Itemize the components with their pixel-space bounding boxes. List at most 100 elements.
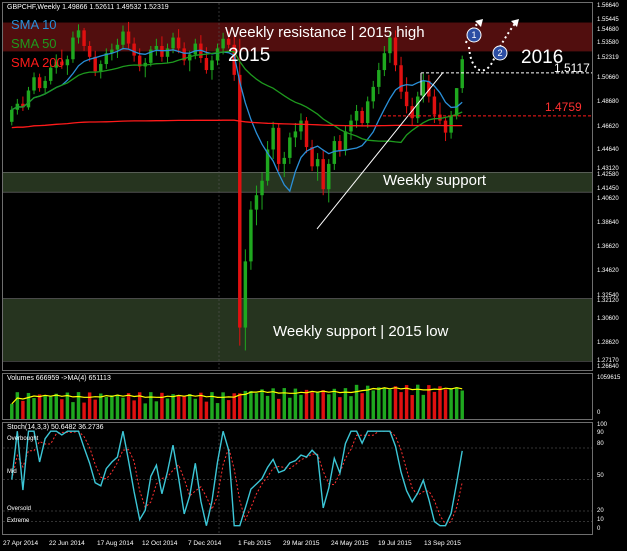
scenario-marker-2-label: 2 [497, 48, 502, 58]
scenario-marker-1-label: 1 [471, 30, 476, 40]
sma200-line [11, 119, 463, 129]
candle-body [71, 37, 75, 60]
mid-label: Mid [7, 469, 17, 475]
volume-bar [393, 386, 398, 419]
candle-body [249, 209, 253, 262]
time-axis[interactable]: 27 Apr 2014 22 Jun 2014 17 Aug 2014 12 Oct … [0, 537, 627, 551]
volume-bar [349, 396, 353, 419]
price-tick-label: 1.54680 [597, 26, 619, 33]
candle-body [460, 59, 464, 89]
candle-body [37, 77, 42, 89]
stochastic-canvas[interactable] [3, 423, 593, 535]
volume-bar [165, 398, 170, 419]
volume-bar [65, 392, 70, 419]
candle-body [76, 30, 81, 38]
candle-body [154, 45, 159, 50]
volume-bar [360, 393, 364, 419]
volume-bar [404, 385, 409, 419]
candle-body [282, 157, 286, 164]
candle-body [421, 80, 426, 97]
price-tick-label: 1.52319 [597, 54, 619, 61]
volume-bar [410, 395, 414, 419]
volume-bar [104, 396, 109, 419]
price-tick-label: 1.50660 [597, 74, 619, 81]
price-tick-label: 1.32120 [597, 298, 619, 305]
candle-body [310, 147, 314, 167]
volume-bar [176, 395, 181, 419]
candle-body [293, 131, 298, 138]
price-tick-label: 1.36620 [597, 243, 619, 250]
time-tick-label: 12 Oct 2014 [142, 540, 178, 547]
chart-header: GBPCHF,Weekly 1.49866 1.52611 1.49532 1.… [7, 4, 169, 11]
candle-body [371, 86, 375, 102]
volume-bar [260, 389, 264, 419]
candle-body [443, 120, 448, 133]
volume-bar [60, 399, 64, 419]
candle-body [338, 141, 342, 151]
price-tick-label: 1.43120 [597, 165, 619, 172]
volume-bar [132, 400, 136, 419]
volume-bar [143, 403, 147, 419]
price-tick-label: 1.41450 [597, 185, 619, 192]
volume-bar [310, 392, 314, 419]
time-tick-label: 17 Aug 2014 [97, 540, 134, 547]
candle-body [215, 48, 220, 61]
candle-body [43, 80, 47, 89]
time-tick-label: 22 Jun 2014 [49, 540, 85, 547]
price-tick-label: 1.48680 [597, 98, 619, 105]
volume-bar [288, 397, 292, 419]
stochastic-pane[interactable]: Stoch(14,3,3) 50.6482 36.2736 Overbought… [2, 422, 593, 535]
candle-body [327, 163, 331, 190]
level-15117-label: 1.5117 [554, 61, 590, 75]
volume-bar [182, 396, 186, 419]
candle-body [243, 261, 248, 328]
volume-bar [221, 392, 225, 419]
candle-body [171, 37, 175, 49]
price-tick-label: 1.42580 [597, 172, 619, 179]
volume-pane[interactable]: Volumes 666959 ->MA(4) 651113 [2, 373, 593, 420]
price-tick-label: 1.28620 [597, 340, 619, 347]
volume-bar [299, 394, 303, 419]
time-tick-label: 24 May 2015 [331, 540, 369, 547]
volume-bar [249, 391, 253, 419]
volume-bar [21, 400, 25, 419]
volume-bar [171, 394, 175, 419]
price-chart-canvas[interactable]: 12 [3, 3, 593, 371]
volume-bar [48, 396, 53, 419]
candle-body [416, 96, 420, 119]
price-chart-pane[interactable]: 12 GBPCHF,Weekly 1.49866 1.52611 1.49532… [2, 2, 593, 371]
volume-bar [265, 395, 270, 419]
price-tick-label: 1.53580 [597, 39, 619, 46]
volume-axis-max: 1059615 [597, 375, 621, 381]
stoch-axis-20: 20 [597, 508, 604, 514]
volume-bar [199, 392, 203, 419]
volume-bar [32, 398, 36, 419]
support-label-2: Weekly support | 2015 low [273, 323, 449, 340]
volume-bar [254, 393, 259, 419]
time-tick-label: 19 Jul 2015 [378, 540, 412, 547]
price-axis[interactable]: 1.56640 1.55445 1.54680 1.53580 1.52319 1.506… [595, 0, 627, 372]
volume-bar [204, 401, 209, 419]
volume-bar [276, 398, 281, 419]
volume-axis: 1059615 0 [595, 373, 627, 420]
volume-bar [382, 387, 387, 419]
stoch-axis-0: 0 [597, 526, 601, 532]
candle-body [382, 53, 387, 71]
volume-bar [215, 403, 220, 419]
price-tick-label: 1.44640 [597, 147, 619, 154]
candle-body [160, 45, 164, 57]
candle-body [321, 159, 325, 190]
time-tick-label: 27 Apr 2014 [3, 540, 39, 547]
volume-bar [377, 387, 381, 419]
stochastic-header: Stoch(14,3,3) 50.6482 36.2736 [7, 424, 104, 431]
candle-body [254, 195, 259, 210]
candle-body [343, 131, 348, 151]
year-2015-label: 2015 [228, 45, 271, 66]
candle-body [260, 180, 264, 196]
volume-bar [15, 392, 20, 419]
stoch-axis-100: 100 [597, 422, 608, 428]
price-tick-label: 1.56640 [597, 3, 619, 9]
resistance-label: Weekly resistance | 2015 high [225, 24, 425, 41]
candle-body [26, 90, 31, 108]
oversold-label: Oversold [7, 506, 32, 512]
